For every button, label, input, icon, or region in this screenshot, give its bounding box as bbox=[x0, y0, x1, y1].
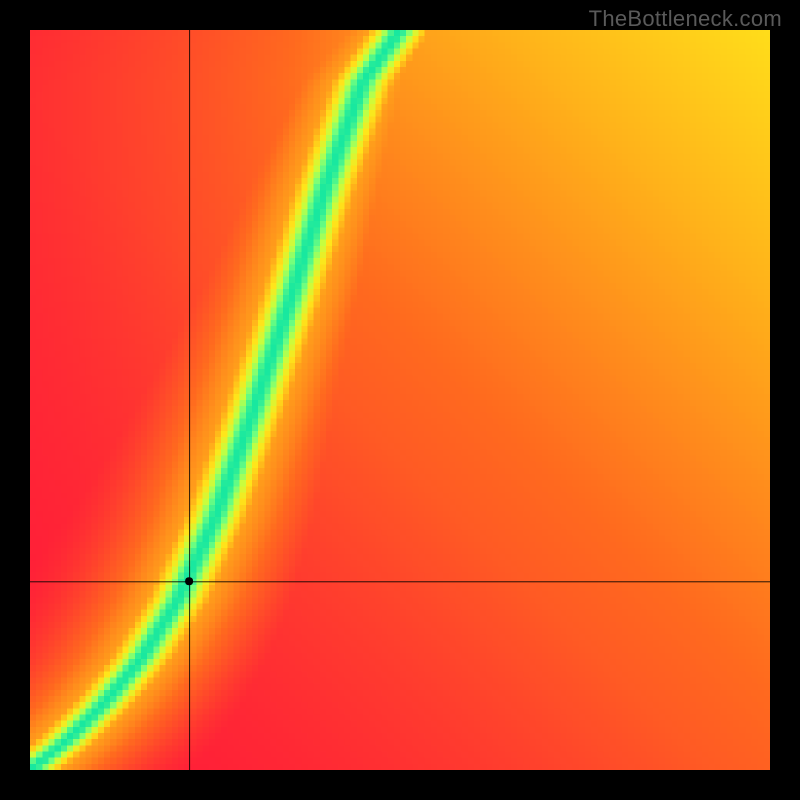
crosshair-overlay bbox=[30, 30, 770, 770]
watermark-text: TheBottleneck.com bbox=[589, 6, 782, 32]
chart-frame: TheBottleneck.com bbox=[0, 0, 800, 800]
